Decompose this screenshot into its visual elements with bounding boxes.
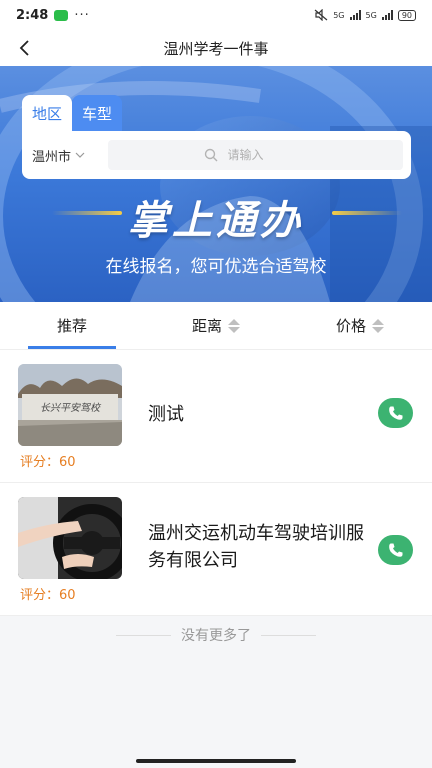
wechat-icon bbox=[54, 9, 69, 21]
signal-icon bbox=[381, 10, 393, 20]
status-bar: 2:48 ··· 5G 5G 90 bbox=[0, 0, 432, 30]
battery-icon: 90 bbox=[397, 9, 416, 21]
back-icon[interactable] bbox=[12, 36, 36, 60]
network-label-1: 5G bbox=[333, 10, 345, 20]
school-name: 温州交运机动车驾驶培训服务有限公司 bbox=[148, 523, 364, 571]
list-item[interactable]: 评分：60 温州交运机动车驾驶培训服务有限公司 bbox=[0, 483, 432, 616]
school-score: 评分：60 bbox=[20, 588, 76, 603]
banner-slogan: 掌上通办 bbox=[128, 198, 304, 244]
search-icon bbox=[204, 148, 217, 162]
thumb-sign-text: 长兴平安驾校 bbox=[40, 402, 102, 414]
sort-label: 价格 bbox=[335, 317, 366, 335]
school-score: 评分：60 bbox=[20, 455, 76, 470]
phone-icon bbox=[388, 406, 402, 420]
sort-distance[interactable]: 距离 bbox=[144, 302, 288, 349]
search-box bbox=[108, 140, 403, 170]
sort-bar: 推荐 距离 价格 bbox=[0, 302, 432, 350]
app-screen: 2:48 ··· 5G 5G 90 温州学考一件事 地区 车型 温州市 请输入 … bbox=[0, 0, 432, 768]
home-indicator[interactable] bbox=[136, 759, 296, 763]
school-list: 长兴平安驾校 评分：60 测试 评分：60 温州交运机动车驾驶培训服务有限公司 bbox=[0, 350, 432, 616]
status-time: 2:48 bbox=[16, 7, 49, 23]
mute-icon bbox=[314, 9, 328, 21]
divider bbox=[261, 634, 316, 636]
network-label-2: 5G bbox=[365, 10, 377, 20]
search-card: 温州市 bbox=[22, 131, 411, 179]
sort-arrows-icon bbox=[228, 318, 240, 333]
status-left: 2:48 ··· bbox=[16, 8, 90, 23]
nav-bar: 温州学考一件事 bbox=[0, 30, 432, 66]
sort-price[interactable]: 价格 bbox=[288, 302, 432, 349]
sort-label: 推荐 bbox=[56, 317, 87, 335]
sort-label: 距离 bbox=[191, 317, 222, 335]
city-label: 温州市 bbox=[32, 149, 72, 165]
search-input[interactable] bbox=[227, 148, 308, 162]
no-more-text: 没有更多了 bbox=[181, 628, 251, 644]
more-notifications-icon: ··· bbox=[74, 7, 90, 23]
chevron-down-icon bbox=[75, 152, 85, 158]
sort-recommend[interactable]: 推荐 bbox=[0, 302, 144, 349]
call-button[interactable] bbox=[378, 398, 413, 428]
school-photo bbox=[18, 497, 122, 579]
tab-region[interactable]: 地区 bbox=[22, 95, 73, 131]
city-select[interactable]: 温州市 bbox=[32, 146, 108, 165]
school-name: 测试 bbox=[148, 404, 184, 425]
banner-subtitle: 在线报名，您可优选合适驾校 bbox=[105, 257, 327, 277]
status-right: 5G 5G 90 bbox=[314, 9, 416, 21]
page-title: 温州学考一件事 bbox=[163, 39, 269, 58]
phone-icon bbox=[388, 543, 402, 557]
tab-vehicle-type[interactable]: 车型 bbox=[72, 95, 123, 131]
school-photo: 长兴平安驾校 bbox=[18, 364, 122, 446]
divider bbox=[116, 634, 171, 636]
list-item[interactable]: 长兴平安驾校 评分：60 测试 bbox=[0, 350, 432, 483]
banner: 地区 车型 温州市 掌上通办 在线报名，您可优选合适驾校 bbox=[0, 66, 432, 302]
filter-tabs: 地区 车型 bbox=[22, 95, 123, 131]
call-button[interactable] bbox=[378, 535, 413, 565]
sort-arrows-icon bbox=[372, 318, 384, 333]
list-end-indicator: 没有更多了 bbox=[0, 620, 432, 650]
signal-icon bbox=[349, 10, 361, 20]
